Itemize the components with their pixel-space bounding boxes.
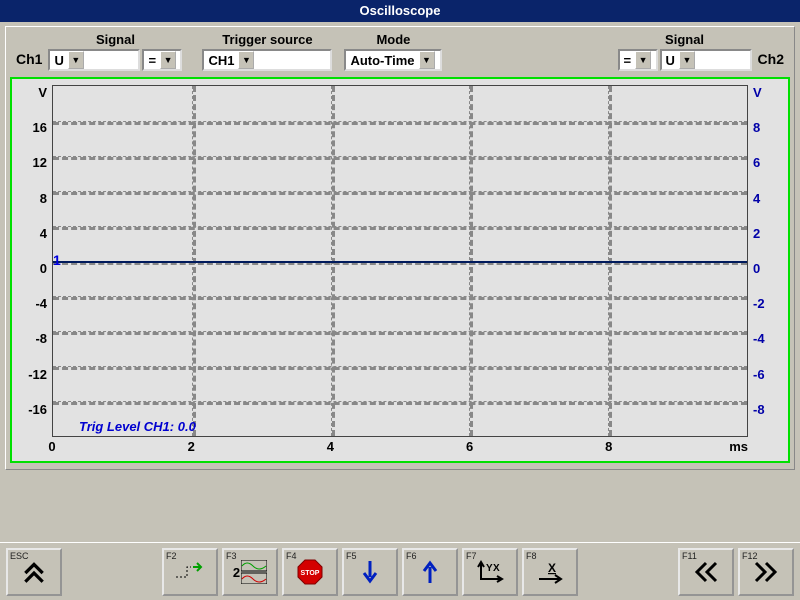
trigger-source-value: CH1 (204, 51, 238, 69)
arrow-down-icon (361, 559, 379, 585)
x-unit: ms (729, 439, 748, 454)
ch2-op-select[interactable]: = ▼ (618, 49, 658, 71)
trace-ch1 (53, 261, 747, 263)
svg-text:X: X (493, 563, 500, 574)
window-title: Oscilloscope (360, 3, 441, 18)
ch1-signal-select[interactable]: U ▼ (48, 49, 140, 71)
signal-label-left: Signal (96, 32, 135, 47)
mode-label: Mode (376, 32, 410, 47)
f2-button[interactable]: F2 (162, 548, 218, 596)
y-axis-left: V 16 12 8 4 0 -4 -8 -12 -16 (14, 85, 50, 437)
chevron-down-icon: ▼ (419, 51, 435, 69)
f7-button[interactable]: F7 Y X (462, 548, 518, 596)
ch2-signal-value: U (662, 51, 679, 69)
controls-panel: Ch1 Signal U ▼ = ▼ Trigger source (5, 26, 795, 470)
ch2-op-value: = (620, 51, 636, 69)
yx-axes-icon: Y X (475, 559, 505, 585)
chevron-down-icon: ▼ (68, 51, 84, 69)
scope-display: V 16 12 8 4 0 -4 -8 -12 -16 V 8 6 4 2 0 … (10, 77, 790, 463)
f5-button[interactable]: F5 (342, 548, 398, 596)
trigger-source-select[interactable]: CH1 ▼ (202, 49, 332, 71)
chevron-down-icon: ▼ (160, 51, 176, 69)
ch2-label: Ch2 (754, 51, 788, 71)
y-axis-right: V 8 6 4 2 0 -2 -4 -6 -8 (750, 85, 786, 437)
ch1-signal-value: U (50, 51, 67, 69)
arrow-up-icon (421, 559, 439, 585)
ch1-op-select[interactable]: = ▼ (142, 49, 182, 71)
function-key-toolbar: ESC F2 F3 2 F4 STOP F5 (0, 542, 800, 600)
double-chevron-left-icon (692, 560, 720, 584)
double-chevron-up-icon (21, 559, 47, 585)
mode-select[interactable]: Auto-Time ▼ (344, 49, 442, 71)
f4-stop-button[interactable]: F4 STOP (282, 548, 338, 596)
stop-icon: STOP (296, 558, 324, 586)
trace-marker-1: 1 (53, 252, 61, 268)
trigger-edge-icon (175, 561, 205, 583)
chevron-down-icon: ▼ (635, 51, 651, 69)
signal-label-right: Signal (665, 32, 704, 47)
x-axis-icon: X (535, 559, 565, 585)
ch1-op-value: = (144, 51, 160, 69)
mode-value: Auto-Time (346, 51, 418, 69)
f11-button[interactable]: F11 (678, 548, 734, 596)
multi-wave-icon (241, 560, 267, 584)
f6-button[interactable]: F6 (402, 548, 458, 596)
f8-button[interactable]: F8 X (522, 548, 578, 596)
ch1-label: Ch1 (12, 51, 46, 71)
ch2-signal-select[interactable]: U ▼ (660, 49, 752, 71)
chevron-down-icon: ▼ (238, 51, 254, 69)
f12-button[interactable]: F12 (738, 548, 794, 596)
f3-button[interactable]: F3 2 (222, 548, 278, 596)
svg-text:X: X (548, 561, 556, 575)
x-axis: 0 2 4 6 8 ms (52, 439, 748, 457)
titlebar: Oscilloscope (0, 0, 800, 22)
trigger-level-text: Trig Level CH1: 0.0 (79, 419, 196, 434)
svg-text:Y: Y (486, 563, 493, 574)
trigger-source-label: Trigger source (222, 32, 312, 47)
chevron-down-icon: ▼ (679, 51, 695, 69)
plot-area: 1 Trig Level CH1: 0.0 (52, 85, 748, 437)
double-chevron-right-icon (752, 560, 780, 584)
svg-text:STOP: STOP (301, 570, 320, 577)
esc-button[interactable]: ESC (6, 548, 62, 596)
